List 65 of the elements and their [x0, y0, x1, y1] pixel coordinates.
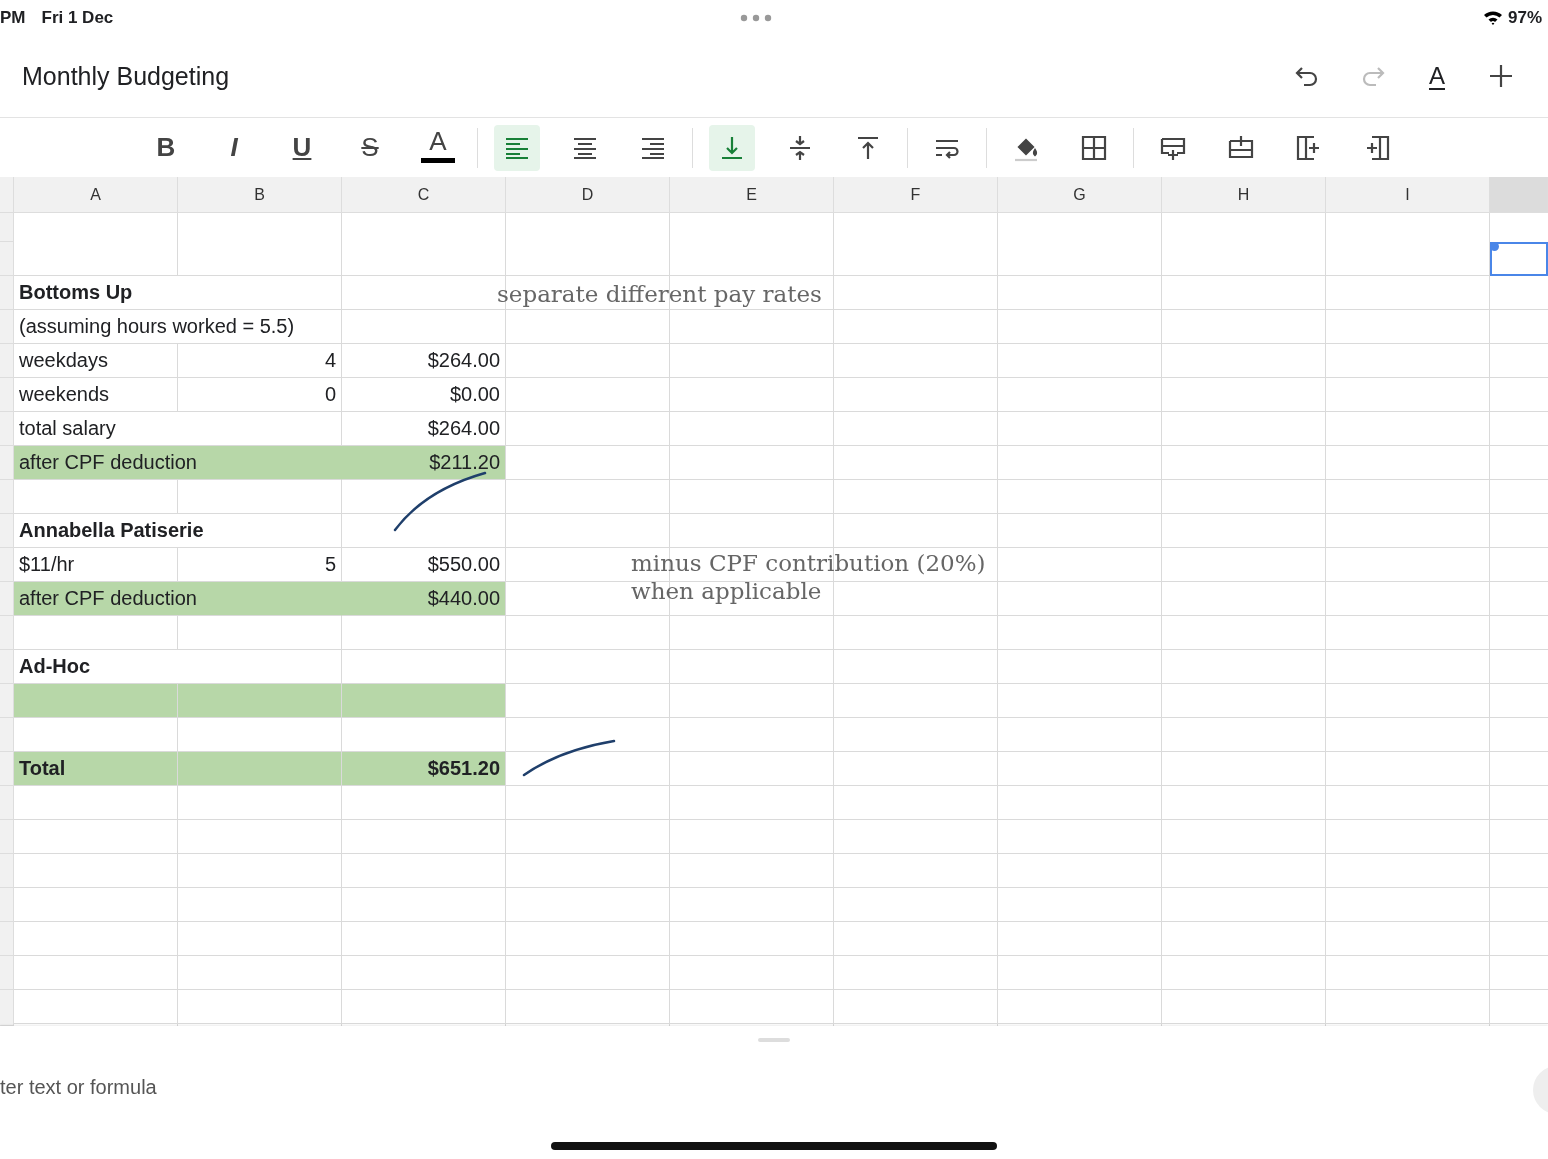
text-format-button[interactable]: A	[1426, 62, 1448, 90]
column-header[interactable]: C	[342, 177, 506, 212]
table-cell[interactable]: after CPF deduction	[14, 446, 342, 480]
handwritten-note: minus CPF contribution (20%) when applicable	[631, 549, 986, 605]
column-header[interactable]: H	[1162, 177, 1326, 212]
wifi-icon	[1482, 10, 1503, 25]
row-header[interactable]	[0, 650, 14, 684]
table-cell[interactable]: $440.00	[342, 582, 506, 616]
column-header[interactable]: E	[670, 177, 834, 212]
row-header[interactable]	[0, 242, 14, 276]
row-header[interactable]	[0, 276, 14, 310]
selection-handle[interactable]	[1490, 242, 1499, 251]
column-header[interactable]: B	[178, 177, 342, 212]
row-header[interactable]	[0, 616, 14, 650]
underline-button[interactable]: U	[279, 124, 325, 171]
row-header[interactable]	[0, 548, 14, 582]
row-header[interactable]	[0, 514, 14, 548]
column-header[interactable]: D	[506, 177, 670, 212]
row-header[interactable]	[0, 378, 14, 412]
row-header[interactable]	[0, 213, 14, 242]
highlighted-cell[interactable]	[14, 684, 178, 718]
row-header[interactable]	[0, 956, 14, 990]
italic-button[interactable]: I	[211, 124, 257, 171]
row-header[interactable]	[0, 412, 14, 446]
row-header[interactable]	[0, 990, 14, 1026]
battery-level: 97%	[1507, 7, 1542, 28]
row-header[interactable]	[0, 888, 14, 922]
highlighted-cell[interactable]	[178, 684, 342, 718]
table-cell[interactable]: $651.20	[342, 752, 506, 786]
row-header[interactable]	[0, 684, 14, 718]
align-left-button[interactable]	[494, 124, 540, 171]
table-cell[interactable]: Total	[14, 752, 178, 786]
strike-button[interactable]: S	[347, 124, 393, 171]
handwritten-note: separate different pay rates	[497, 280, 822, 308]
column-header[interactable]: F	[834, 177, 998, 212]
row-header[interactable]	[0, 582, 14, 616]
highlighted-cell[interactable]	[178, 752, 342, 786]
status-time: PM	[0, 7, 26, 28]
column-header[interactable]: G	[998, 177, 1162, 212]
more-icon[interactable]	[740, 13, 773, 22]
selected-cell[interactable]	[1490, 242, 1548, 276]
bold-button[interactable]: B	[143, 124, 189, 171]
drag-handle[interactable]	[758, 1038, 790, 1042]
row-header[interactable]	[0, 752, 14, 786]
row-header[interactable]	[0, 480, 14, 514]
row-header[interactable]	[0, 344, 14, 378]
row-header[interactable]	[0, 718, 14, 752]
text-color-button[interactable]: A	[421, 124, 455, 163]
column-header[interactable]: A	[14, 177, 178, 212]
row-header[interactable]	[0, 446, 14, 480]
table-cell[interactable]: after CPF deduction	[14, 582, 342, 616]
row-header[interactable]	[0, 310, 14, 344]
document-title: Monthly Budgeting	[22, 61, 230, 91]
valign-bottom-button[interactable]	[709, 124, 755, 171]
status-date: Fri 1 Dec	[41, 7, 114, 28]
row-header[interactable]	[0, 854, 14, 888]
row-header[interactable]	[0, 820, 14, 854]
row-header[interactable]	[0, 922, 14, 956]
home-indicator[interactable]	[551, 1142, 997, 1150]
add-icon[interactable]	[1488, 63, 1514, 89]
table-cell[interactable]: $211.20	[342, 446, 506, 480]
highlighted-cell[interactable]	[342, 684, 506, 718]
row-header[interactable]	[0, 786, 14, 820]
formula-input[interactable]: ter text or formula	[0, 1076, 260, 1099]
column-header[interactable]	[1490, 177, 1548, 212]
